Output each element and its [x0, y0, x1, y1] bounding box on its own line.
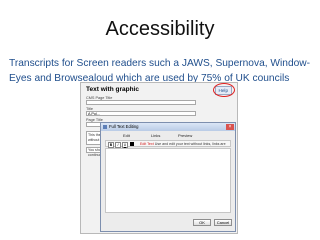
- cms-screenshot: Text with graphic Help CMS Page Title Ti…: [80, 82, 238, 234]
- tab-links[interactable]: Links: [151, 133, 160, 138]
- hint-prefix: Edit Text: [140, 142, 154, 146]
- close-icon[interactable]: ×: [226, 124, 234, 130]
- dialog-titlebar: Full Text Editing ×: [101, 123, 235, 131]
- editor-text-area[interactable]: [105, 148, 231, 213]
- ok-button[interactable]: OK: [193, 219, 211, 226]
- highlight-circle: [213, 83, 235, 97]
- page-title-input[interactable]: [86, 100, 196, 105]
- tab-edit[interactable]: Edit: [123, 133, 130, 138]
- tab-preview[interactable]: Preview: [178, 133, 192, 138]
- dialog-title: Full Text Editing: [109, 124, 139, 129]
- app-icon: [103, 125, 107, 129]
- full-text-editing-dialog: Full Text Editing × Edit Links Preview B…: [100, 122, 236, 232]
- color-swatch-icon[interactable]: [130, 142, 134, 146]
- editor-toolbar: B I U Edit Text Use and edit your text w…: [105, 140, 231, 152]
- title-input[interactable]: A Pol...: [86, 111, 196, 116]
- cancel-button[interactable]: Cancel: [214, 219, 232, 226]
- slide-title: Accessibility: [105, 18, 215, 40]
- cms-heading: Text with graphic: [86, 86, 139, 93]
